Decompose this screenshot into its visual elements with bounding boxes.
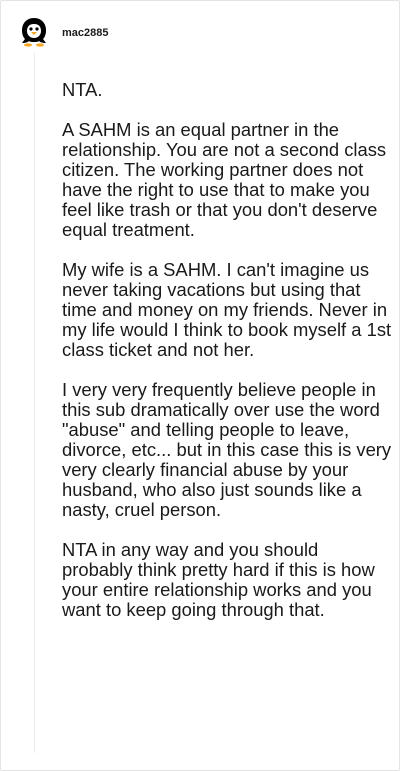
penguin-avatar-icon[interactable] bbox=[17, 16, 51, 50]
comment-header: mac2885 bbox=[17, 15, 109, 51]
thread-collapse-line[interactable] bbox=[34, 53, 35, 753]
comment-card: mac2885 NTA. A SAHM is an equal partner … bbox=[0, 0, 400, 771]
comment-body: NTA. A SAHM is an equal partner in the r… bbox=[62, 80, 392, 640]
comment-paragraph: NTA. bbox=[62, 79, 103, 100]
comment-username[interactable]: mac2885 bbox=[62, 27, 109, 39]
comment-paragraph: I very very frequently believe people in… bbox=[62, 379, 392, 520]
comment-paragraph: A SAHM is an equal partner in the relati… bbox=[62, 119, 387, 240]
comment-paragraph: NTA in any way and you should probably t… bbox=[62, 539, 375, 620]
comment-paragraph: My wife is a SAHM. I can't imagine us ne… bbox=[62, 259, 392, 360]
